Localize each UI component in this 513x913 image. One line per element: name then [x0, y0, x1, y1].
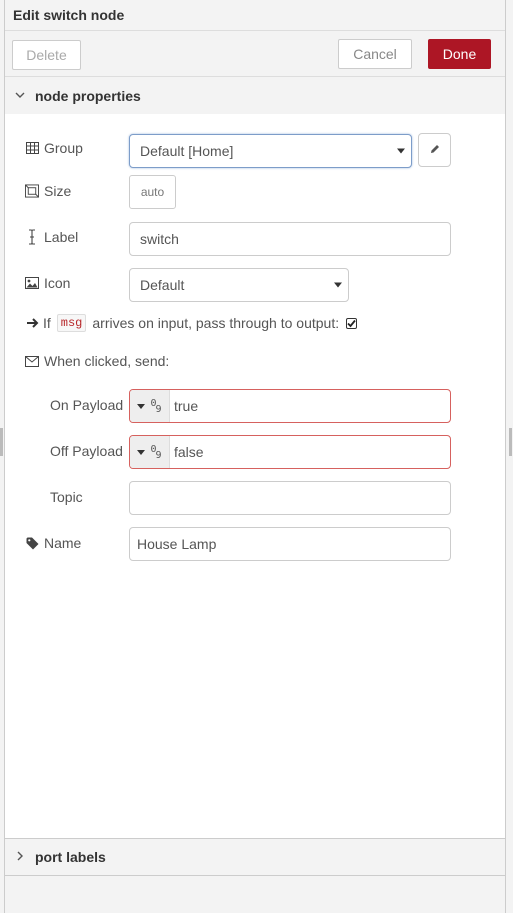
name-label-row: Name — [25, 535, 81, 551]
text-cursor-icon — [25, 229, 39, 245]
on-payload-label: On Payload — [50, 397, 124, 413]
tag-icon — [25, 536, 39, 550]
off-payload-value: false — [174, 444, 204, 460]
cancel-button[interactable]: Cancel — [338, 39, 412, 69]
group-label-row: Group — [25, 140, 83, 156]
port-labels-header[interactable]: port labels — [5, 838, 505, 876]
tray-header: Edit switch node — [5, 0, 505, 31]
when-clicked-row: When clicked, send: — [25, 353, 169, 369]
chevron-down-icon — [136, 403, 145, 409]
off-payload-type-button[interactable]: 09 — [130, 436, 170, 468]
icon-label: Icon — [44, 275, 71, 291]
done-button[interactable]: Done — [428, 39, 491, 69]
chevron-down-icon — [5, 90, 35, 102]
group-select[interactable]: Default [Home] — [129, 134, 412, 168]
chevron-down-icon — [334, 282, 342, 288]
chevron-down-icon — [136, 449, 145, 455]
chevron-down-icon — [397, 148, 405, 154]
when-clicked-label: When clicked, send: — [44, 353, 170, 369]
tray-title: Edit switch node — [13, 7, 125, 23]
msg-code: msg — [56, 314, 87, 332]
icon-select[interactable]: Default — [129, 268, 349, 302]
edit-tray: Edit switch node Delete Cancel Done node… — [4, 0, 506, 913]
number-type-icon: 09 — [150, 398, 162, 415]
size-button[interactable]: auto — [129, 175, 176, 209]
table-icon — [25, 141, 39, 155]
topic-label: Topic — [50, 489, 83, 505]
right-resize-handle[interactable] — [509, 428, 512, 456]
chevron-right-icon — [5, 851, 35, 864]
passthrough-checkbox[interactable] — [346, 317, 358, 329]
name-input[interactable]: House Lamp — [129, 527, 451, 561]
edit-group-button[interactable] — [418, 133, 451, 167]
name-input-value: House Lamp — [137, 536, 217, 552]
off-payload-label: Off Payload — [50, 443, 123, 459]
size-label-row: Size — [25, 183, 71, 199]
group-label: Group — [44, 140, 83, 156]
pencil-icon — [429, 142, 441, 158]
off-payload-input[interactable]: 09 false — [129, 435, 451, 469]
label-label-row: Label — [25, 229, 78, 245]
on-payload-input[interactable]: 09 true — [129, 389, 451, 423]
icon-label-row: Icon — [25, 275, 70, 291]
name-label: Name — [44, 535, 82, 551]
label-label: Label — [44, 229, 79, 245]
topic-input[interactable] — [129, 481, 451, 515]
on-payload-value: true — [174, 398, 199, 414]
number-type-icon: 09 — [150, 444, 162, 461]
icon-select-value: Default — [140, 277, 185, 293]
size-label: Size — [44, 183, 72, 199]
node-properties-label: node properties — [35, 87, 141, 104]
port-labels-label: port labels — [35, 849, 106, 865]
label-input-value: switch — [140, 231, 179, 247]
arrow-right-icon — [25, 316, 39, 330]
delete-button[interactable]: Delete — [12, 40, 81, 70]
size-icon — [25, 184, 39, 198]
label-input[interactable]: switch — [129, 222, 451, 256]
passthrough-row: If msg arrives on input, pass through to… — [25, 314, 358, 332]
node-properties-header[interactable]: node properties — [5, 76, 505, 114]
group-select-value: Default [Home] — [140, 143, 234, 159]
envelope-icon — [25, 354, 39, 368]
passthrough-prefix: If — [43, 315, 51, 331]
on-payload-type-button[interactable]: 09 — [130, 390, 170, 422]
image-icon — [25, 276, 39, 290]
left-resize-handle[interactable] — [0, 428, 3, 456]
passthrough-text: arrives on input, pass through to output… — [92, 315, 340, 331]
